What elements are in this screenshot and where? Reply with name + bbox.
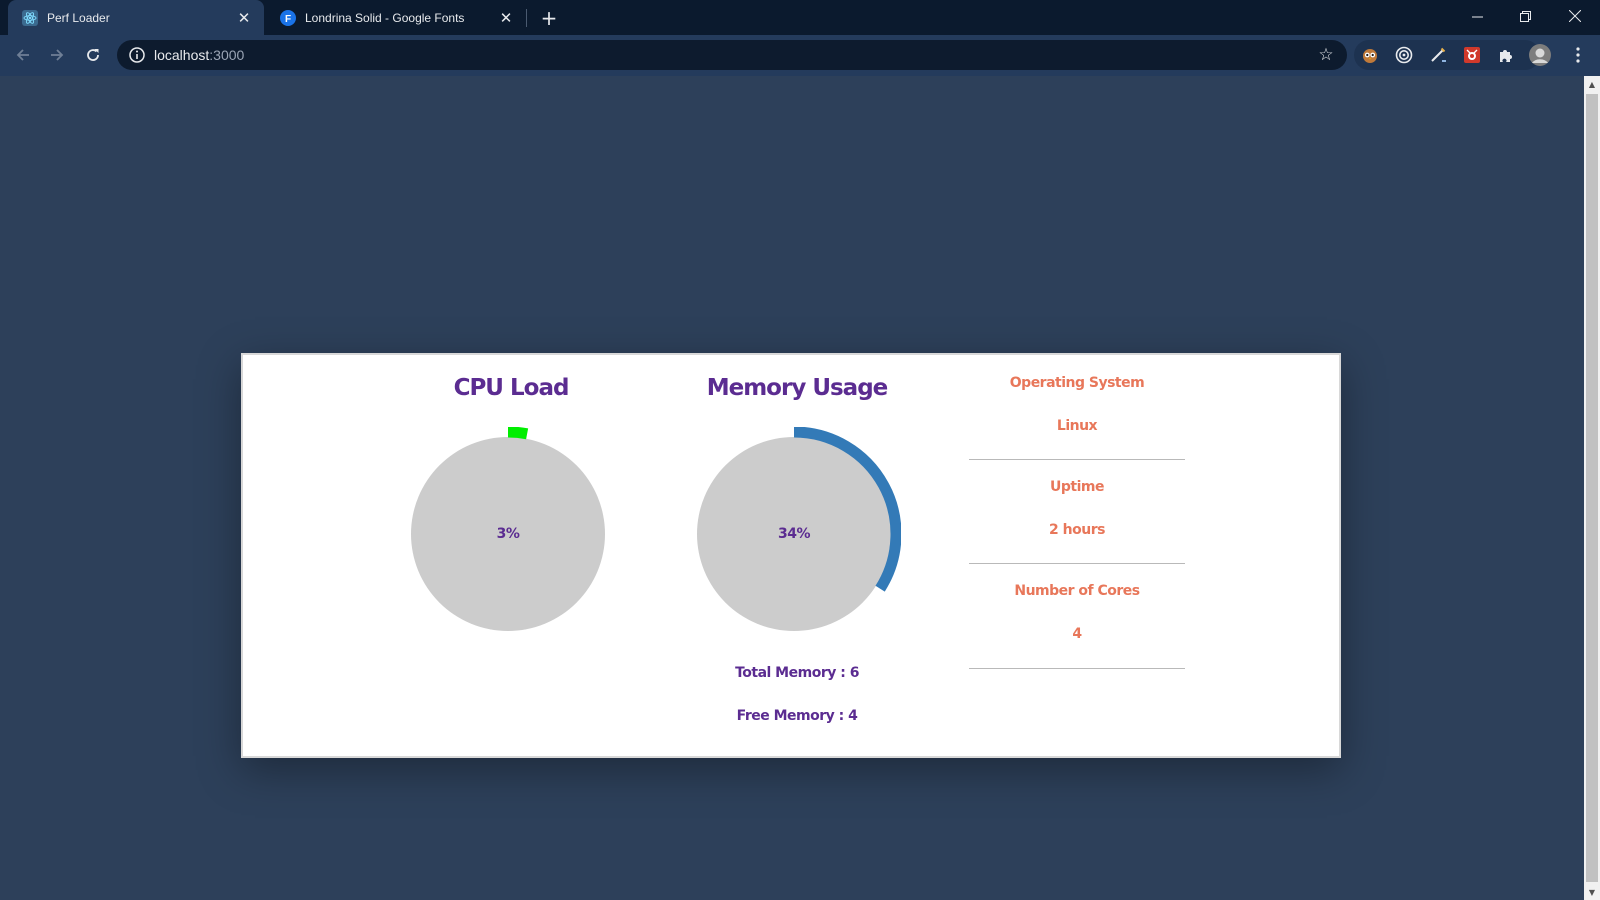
back-arrow-icon[interactable]	[9, 41, 37, 69]
cores-value: 4	[1072, 626, 1082, 642]
cpu-load-gauge: 3%	[401, 427, 615, 641]
total-memory-text: Total Memory : 6	[735, 665, 859, 681]
info-icon[interactable]	[129, 47, 145, 63]
restore-icon[interactable]	[1502, 0, 1548, 32]
memory-usage-value: 34%	[777, 526, 811, 542]
scroll-down-arrow-icon[interactable]: ▼	[1584, 884, 1600, 900]
react-icon	[22, 9, 38, 26]
minimize-icon[interactable]	[1454, 0, 1500, 32]
divider	[969, 563, 1185, 564]
uptime-label: Uptime	[1050, 479, 1104, 495]
cpu-load-title: CPU Load	[453, 375, 570, 401]
svg-text:F: F	[285, 14, 291, 25]
close-tab-icon[interactable]: ✕	[496, 8, 516, 28]
tab-perf-loader[interactable]: Perf Loader ✕	[8, 0, 264, 35]
tab-google-fonts[interactable]: F Londrina Solid - Google Fonts ✕	[266, 0, 526, 35]
browser-menu-icon[interactable]	[1567, 44, 1589, 66]
system-info-panel: Operating System Linux Uptime 2 hours Nu…	[969, 355, 1185, 755]
tab-title: Perf Loader	[47, 10, 110, 25]
tab-title: Londrina Solid - Google Fonts	[305, 10, 465, 25]
new-tab-icon[interactable]: +	[537, 6, 561, 30]
page-scrollbar[interactable]: ▲ ▼	[1584, 76, 1600, 900]
close-tab-icon[interactable]: ✕	[234, 8, 254, 28]
tab-separator	[526, 9, 527, 27]
os-value: Linux	[1056, 418, 1098, 434]
free-memory-text: Free Memory : 4	[736, 708, 858, 724]
forward-arrow-icon[interactable]	[43, 41, 71, 69]
owl-extension-icon[interactable]	[1359, 44, 1381, 66]
url-host: localhost	[154, 47, 210, 63]
url-port: :3000	[209, 47, 245, 63]
os-label: Operating System	[1009, 375, 1145, 391]
pen-extension-icon[interactable]	[1427, 44, 1449, 66]
uptime-value: 2 hours	[1049, 522, 1105, 538]
bookmark-star-icon[interactable]: ☆	[1317, 45, 1335, 65]
cores-label: Number of Cores	[1014, 583, 1140, 599]
close-window-icon[interactable]	[1552, 0, 1598, 32]
divider	[969, 459, 1185, 460]
divider	[969, 668, 1185, 669]
tab-strip: Perf Loader ✕ F Londrina Solid - Google …	[0, 0, 1600, 35]
cpu-load-value: 3%	[496, 526, 520, 542]
browser-toolbar: localhost:3000 ☆	[0, 35, 1600, 76]
reload-icon[interactable]	[79, 41, 107, 69]
scrollbar-thumb[interactable]	[1586, 94, 1598, 882]
address-bar[interactable]: localhost:3000 ☆	[117, 40, 1347, 70]
url-text: localhost:3000	[154, 47, 244, 63]
google-fonts-icon: F	[280, 9, 296, 26]
bug-extension-icon[interactable]	[1461, 44, 1483, 66]
scroll-up-arrow-icon[interactable]: ▲	[1584, 76, 1600, 92]
perf-dashboard-card: CPU Load 3% Memory Usage 34% Total Memor…	[241, 353, 1341, 758]
puzzle-extensions-icon[interactable]	[1495, 44, 1517, 66]
profile-avatar-icon[interactable]	[1529, 44, 1551, 66]
memory-usage-gauge: 34%	[687, 427, 901, 641]
target-extension-icon[interactable]	[1393, 44, 1415, 66]
memory-usage-title: Memory Usage	[706, 375, 889, 401]
page-viewport: CPU Load 3% Memory Usage 34% Total Memor…	[0, 76, 1584, 900]
